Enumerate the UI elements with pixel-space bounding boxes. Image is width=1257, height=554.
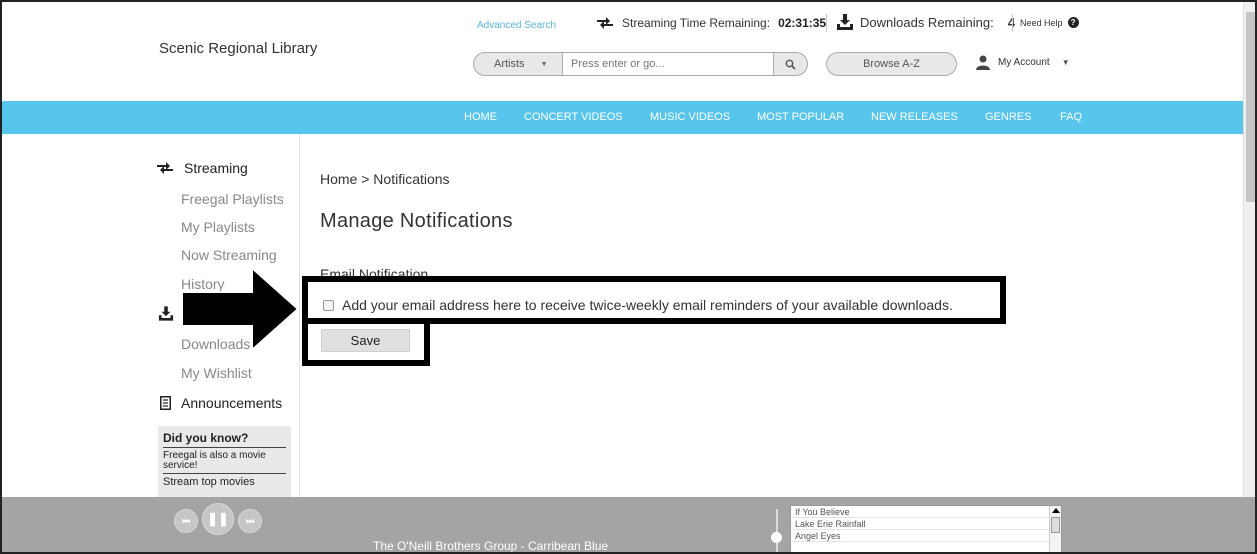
library-name[interactable]: Scenic Regional Library <box>159 40 317 57</box>
scroll-up-icon[interactable] <box>1052 508 1060 513</box>
sidebar-announcements[interactable]: Announcements <box>160 395 282 411</box>
sidebar-item-my-wishlist[interactable]: My Wishlist <box>181 365 252 381</box>
nav-concert-videos[interactable]: CONCERT VIDEOS <box>524 111 623 123</box>
search-type-dropdown[interactable]: Artists ▼ <box>473 52 563 76</box>
now-playing-title: The O'Neill Brothers Group - Carribean B… <box>373 539 609 553</box>
nav-new-releases[interactable]: NEW RELEASES <box>871 111 958 123</box>
header-divider <box>1012 14 1013 32</box>
sidebar-announcements-label: Announcements <box>181 395 283 411</box>
sidebar-item-my-playlists[interactable]: My Playlists <box>181 219 255 235</box>
streaming-time-label: Streaming Time Remaining: <box>622 16 771 30</box>
download-icon <box>158 306 174 321</box>
sidebar-streaming-heading[interactable]: Streaming <box>156 160 248 176</box>
player-playlist: If You Believe Lake Erie Rainfall Angel … <box>790 505 1062 554</box>
my-account-menu[interactable]: My Account ▼ <box>976 55 1070 70</box>
chevron-down-icon: ▼ <box>1061 58 1070 67</box>
search-input[interactable] <box>563 52 773 76</box>
need-help-link[interactable]: Need Help ? <box>1020 17 1079 28</box>
highlight-box-checkbox <box>302 276 1006 324</box>
search-bar: Artists ▼ <box>473 52 808 76</box>
download-icon <box>837 14 853 30</box>
page-scrollbar[interactable] <box>1243 0 1257 497</box>
did-you-know-panel: Did you know? Freegal is also a movie se… <box>158 426 291 497</box>
document-icon <box>160 396 171 410</box>
volume-slider-handle[interactable] <box>771 532 782 543</box>
playlist-item[interactable]: Angel Eyes <box>791 530 1061 542</box>
next-icon: ⏭ <box>245 515 255 526</box>
sidebar-item-now-streaming[interactable]: Now Streaming <box>181 247 277 263</box>
sidebar-streaming-label: Streaming <box>184 160 248 176</box>
did-you-know-text: Freegal is also a movie service! <box>163 451 286 474</box>
nav-music-videos[interactable]: MUSIC VIDEOS <box>650 111 730 123</box>
streaming-icon <box>157 162 173 174</box>
highlight-box-save <box>302 322 430 366</box>
nav-home[interactable]: HOME <box>464 111 497 123</box>
playlist-scroll-thumb[interactable] <box>1051 517 1060 533</box>
site-header: Scenic Regional Library Advanced Search … <box>0 0 1257 101</box>
playlist-item[interactable]: If You Believe <box>791 506 1061 518</box>
header-divider <box>826 14 827 32</box>
breadcrumb[interactable]: Home > Notifications <box>320 171 450 187</box>
user-icon <box>976 55 990 70</box>
sidebar-downloads-heading[interactable] <box>158 306 174 321</box>
chevron-down-icon: ▼ <box>540 60 548 68</box>
advanced-search-link[interactable]: Advanced Search <box>477 20 556 31</box>
nav-genres[interactable]: GENRES <box>985 111 1031 123</box>
need-help-label: Need Help <box>1020 17 1063 28</box>
page-title: Manage Notifications <box>320 210 513 232</box>
playlist-item[interactable]: Lake Erie Rainfall <box>791 518 1061 530</box>
playlist-scrollbar[interactable] <box>1049 506 1061 554</box>
streaming-time-indicator: Streaming Time Remaining: 02:31:35 <box>596 16 826 30</box>
sidebar-item-freegal-playlists[interactable]: Freegal Playlists <box>181 191 284 207</box>
previous-track-button[interactable]: ⏮ <box>174 509 198 533</box>
downloads-remaining-indicator: Downloads Remaining: 4 <box>836 14 1015 30</box>
pause-button[interactable]: ❚❚ <box>202 503 234 535</box>
browse-az-button[interactable]: Browse A-Z <box>826 52 957 76</box>
did-you-know-title: Did you know? <box>163 431 286 448</box>
arrow-right-icon <box>181 265 300 353</box>
nav-faq[interactable]: FAQ <box>1060 111 1082 123</box>
downloads-remaining-label: Downloads Remaining: <box>860 14 994 30</box>
main-nav: HOME CONCERT VIDEOS MUSIC VIDEOS MOST PO… <box>0 101 1257 134</box>
nav-most-popular[interactable]: MOST POPULAR <box>757 111 844 123</box>
next-track-button[interactable]: ⏭ <box>238 509 262 533</box>
search-icon <box>785 59 796 70</box>
pause-icon: ❚❚ <box>207 511 229 526</box>
did-you-know-text-2[interactable]: Stream top movies <box>163 476 286 488</box>
my-account-label: My Account <box>998 57 1050 68</box>
streaming-icon <box>597 17 613 29</box>
scrollbar-thumb[interactable] <box>1246 12 1256 202</box>
music-player-bar: ⏮ ❚❚ ⏭ The O'Neill Brothers Group - Carr… <box>0 497 1257 554</box>
search-button[interactable] <box>773 52 808 76</box>
streaming-time-value: 02:31:35 <box>778 16 827 30</box>
search-type-value: Artists <box>494 58 525 70</box>
previous-icon: ⏮ <box>181 515 191 526</box>
help-icon: ? <box>1067 17 1079 28</box>
